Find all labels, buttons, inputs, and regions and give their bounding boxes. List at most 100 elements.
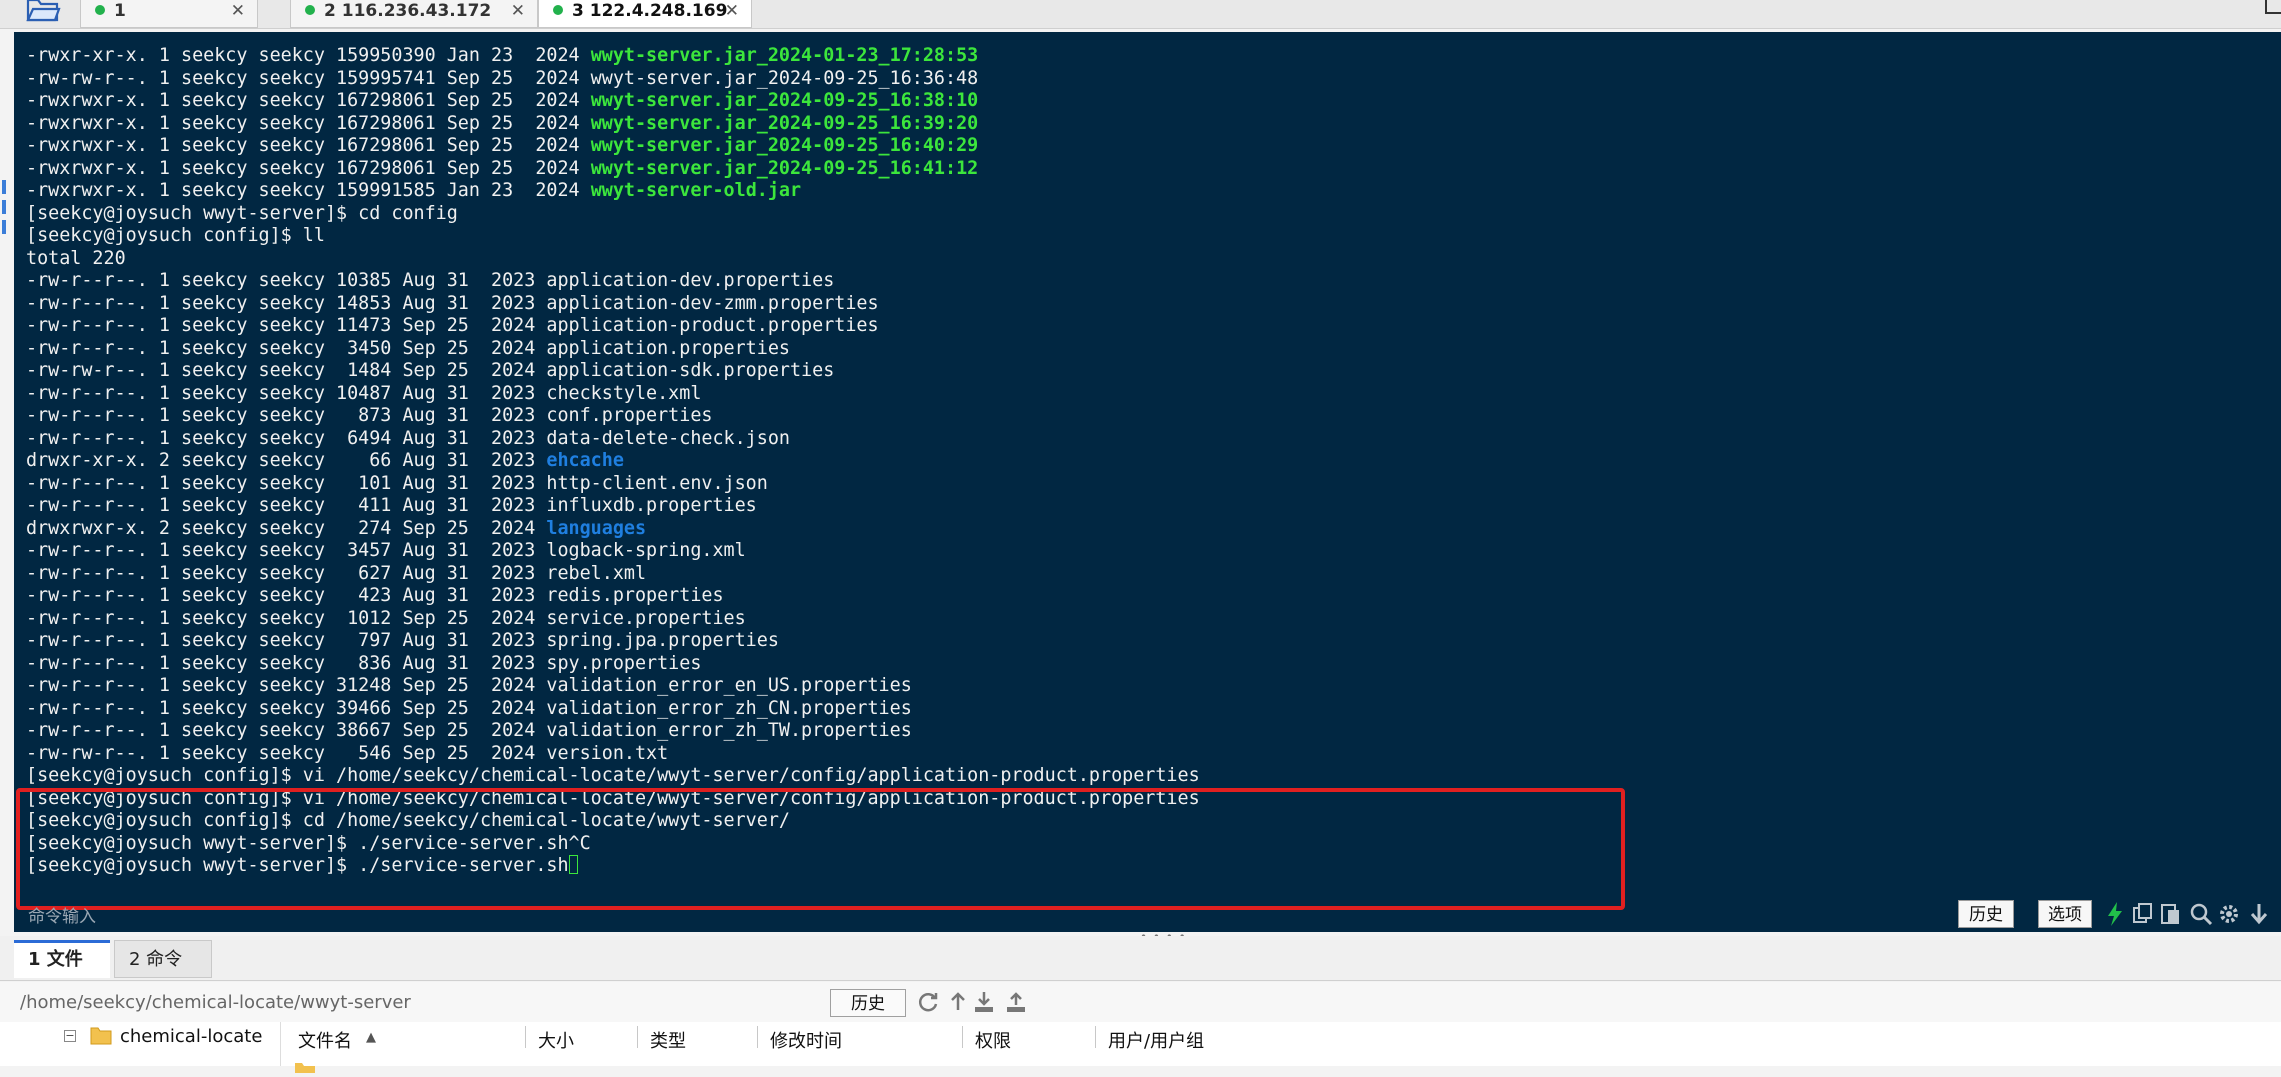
path-input[interactable]: /home/seekcy/chemical-locate/wwyt-server	[20, 992, 411, 1013]
tab-commands[interactable]: 2 命令	[114, 940, 212, 978]
terminal-line-text: -rw-r--r--. 1 seekcy seekcy 11473 Sep 25…	[26, 315, 879, 336]
column-size[interactable]: 大小	[538, 1027, 574, 1053]
panel-toggle-icon[interactable]	[2265, 0, 2281, 14]
terminal-line: [seekcy@joysuch config]$ ll	[26, 225, 1200, 248]
executable-name: wwyt-server.jar_2024-09-25_16:40:29	[590, 135, 979, 156]
column-divider[interactable]	[637, 1026, 638, 1048]
terminal-line-text: -rwxrwxr-x. 1 seekcy seekcy 167298061 Se…	[26, 90, 591, 111]
terminal-line: -rw-r--r--. 1 seekcy seekcy 6494 Aug 31 …	[26, 428, 1200, 451]
close-icon[interactable]: ✕	[725, 0, 739, 28]
terminal-line: -rw-r--r--. 1 seekcy seekcy 3450 Sep 25 …	[26, 338, 1200, 361]
terminal-line-text: -rwxrwxr-x. 1 seekcy seekcy 167298061 Se…	[26, 157, 591, 179]
terminal-line: -rw-r--r--. 1 seekcy seekcy 14853 Aug 31…	[26, 293, 1200, 316]
search-icon[interactable]	[2188, 900, 2214, 928]
terminal-line: -rw-rw-r--. 1 seekcy seekcy 546 Sep 25 2…	[26, 743, 1200, 766]
terminal-line-text: -rw-r--r--. 1 seekcy seekcy 6494 Aug 31 …	[26, 427, 790, 449]
terminal-line: -rw-rw-r--. 1 seekcy seekcy 159995741 Se…	[26, 68, 1200, 91]
close-icon[interactable]: ✕	[231, 0, 245, 28]
column-modified[interactable]: 修改时间	[770, 1027, 842, 1053]
terminal-line-text: -rw-r--r--. 1 seekcy seekcy 10487 Aug 31…	[26, 382, 702, 404]
column-divider[interactable]	[1095, 1026, 1096, 1048]
red-highlight-box	[16, 788, 1625, 910]
column-divider[interactable]	[525, 1026, 526, 1048]
directory-name: ehcache	[546, 450, 624, 471]
terminal-line-text: -rw-r--r--. 1 seekcy seekcy 101 Aug 31 2…	[26, 472, 768, 494]
gutter-mark	[2, 220, 6, 234]
history-button[interactable]: 历史	[1958, 900, 2014, 928]
connected-dot-icon	[305, 5, 315, 15]
terminal-line: -rw-r--r--. 1 seekcy seekcy 38667 Sep 25…	[26, 720, 1200, 743]
column-type[interactable]: 类型	[650, 1027, 686, 1053]
terminal-line: -rw-r--r--. 1 seekcy seekcy 3457 Aug 31 …	[26, 540, 1200, 563]
folder-icon	[294, 1058, 316, 1077]
terminal-line-text: total 220	[26, 247, 126, 269]
upload-icon[interactable]	[1004, 990, 1028, 1014]
gutter-mark	[2, 200, 6, 214]
session-tab-1[interactable]: 1 218.78.134.83 ✕	[80, 0, 258, 55]
terminal-line-text: -rw-r--r--. 1 seekcy seekcy 627 Aug 31 2…	[26, 562, 647, 584]
path-bar: /home/seekcy/chemical-locate/wwyt-server…	[0, 982, 2281, 1022]
options-button[interactable]: 选项	[2038, 900, 2092, 928]
terminal-line-text: -rw-r--r--. 1 seekcy seekcy 873 Aug 31 2…	[26, 405, 713, 426]
tab-files[interactable]: 1 文件	[14, 940, 110, 978]
terminal-line: -rw-r--r--. 1 seekcy seekcy 797 Aug 31 2…	[26, 630, 1200, 653]
terminal-line-text: -rw-r--r--. 1 seekcy seekcy 38667 Sep 25…	[26, 720, 912, 741]
copy-icon[interactable]	[2130, 900, 2156, 928]
column-owner[interactable]: 用户/用户组	[1108, 1027, 1204, 1053]
terminal-line-text: -rw-r--r--. 1 seekcy seekcy 797 Aug 31 2…	[26, 630, 779, 651]
terminal-line-text: -rw-r--r--. 1 seekcy seekcy 39466 Sep 25…	[26, 697, 912, 719]
connected-dot-icon	[553, 5, 563, 15]
terminal-line: -rwxrwxr-x. 1 seekcy seekcy 167298061 Se…	[26, 113, 1200, 136]
path-history-button[interactable]: 历史	[830, 989, 906, 1017]
terminal-line-text: -rw-r--r--. 1 seekcy seekcy 3457 Aug 31 …	[26, 540, 746, 561]
lightning-icon[interactable]	[2102, 900, 2128, 928]
terminal-line: -rwxrwxr-x. 1 seekcy seekcy 167298061 Se…	[26, 90, 1200, 113]
file-browser: − chemical-locate 文件名 ▲ 大小 类型 修改时间 权限 用户…	[0, 1022, 2281, 1073]
gutter-mark	[2, 180, 6, 194]
terminal-lines: -rwxr-xr-x. 1 seekcy seekcy 159950390 Ja…	[26, 45, 1200, 878]
session-tab-2[interactable]: 2 116.236.43.172 ✕	[290, 0, 538, 28]
close-icon[interactable]: ✕	[511, 0, 525, 28]
column-divider[interactable]	[962, 1026, 963, 1048]
executable-name: wwyt-server.jar_2024-09-25_16:39:20	[590, 112, 979, 134]
command-input[interactable]: 命令输入	[28, 902, 96, 927]
terminal-line: -rw-r--r--. 1 seekcy seekcy 10487 Aug 31…	[26, 383, 1200, 406]
terminal-line-text: -rw-rw-r--. 1 seekcy seekcy 159995741 Se…	[26, 67, 979, 89]
connected-dot-icon	[95, 5, 105, 15]
gear-icon[interactable]	[2216, 900, 2242, 928]
session-tab-bar: 1 218.78.134.83 ✕ 2 116.236.43.172 ✕ 3 1…	[0, 0, 2281, 55]
download-icon[interactable]	[972, 990, 996, 1014]
up-directory-icon[interactable]	[946, 990, 970, 1014]
column-divider[interactable]	[757, 1026, 758, 1048]
terminal-line-text: -rwxrwxr-x. 1 seekcy seekcy 167298061 Se…	[26, 135, 591, 156]
column-permissions[interactable]: 权限	[975, 1027, 1011, 1053]
terminal-line-text: -rwxrwxr-x. 1 seekcy seekcy 167298061 Se…	[26, 112, 591, 134]
paste-icon[interactable]	[2158, 900, 2184, 928]
terminal-output[interactable]: -rwxr-xr-x. 1 seekcy seekcy 159950390 Ja…	[14, 32, 2281, 932]
collapse-icon[interactable]: −	[64, 1030, 76, 1042]
terminal-line-text: drwxr-xr-x. 2 seekcy seekcy 66 Aug 31 20…	[26, 450, 547, 471]
open-folder-icon[interactable]	[24, 0, 62, 24]
terminal-line: -rw-r--r--. 1 seekcy seekcy 10385 Aug 31…	[26, 270, 1200, 293]
terminal-line: -rw-r--r--. 1 seekcy seekcy 31248 Sep 25…	[26, 675, 1200, 698]
download-icon[interactable]	[2246, 900, 2272, 928]
directory-name: languages	[546, 517, 647, 539]
terminal-line: -rw-r--r--. 1 seekcy seekcy 39466 Sep 25…	[26, 698, 1200, 721]
session-tab-3[interactable]: 3 122.4.248.169 ✕	[538, 0, 752, 28]
refresh-icon[interactable]	[916, 990, 940, 1014]
terminal-line: drwxrwxr-x. 2 seekcy seekcy 274 Sep 25 2…	[26, 518, 1200, 541]
terminal-line-text: -rw-r--r--. 1 seekcy seekcy 10385 Aug 31…	[26, 270, 835, 291]
terminal-line: total 220	[26, 248, 1200, 271]
terminal-line: drwxr-xr-x. 2 seekcy seekcy 66 Aug 31 20…	[26, 450, 1200, 473]
terminal-line: -rw-r--r--. 1 seekcy seekcy 101 Aug 31 2…	[26, 473, 1200, 496]
terminal-line-text: -rw-r--r--. 1 seekcy seekcy 14853 Aug 31…	[26, 292, 879, 314]
terminal-line: -rw-rw-r--. 1 seekcy seekcy 1484 Sep 25 …	[26, 360, 1200, 383]
directory-tree: − chemical-locate	[12, 1022, 281, 1066]
folder-icon	[90, 1025, 112, 1049]
column-name[interactable]: 文件名	[298, 1027, 352, 1053]
tree-item-chemical-locate[interactable]: chemical-locate	[120, 1026, 262, 1047]
terminal-line-text: -rw-r--r--. 1 seekcy seekcy 836 Aug 31 2…	[26, 652, 702, 674]
terminal-line: -rwxrwxr-x. 1 seekcy seekcy 167298061 Se…	[26, 135, 1200, 158]
executable-name: wwyt-server-old.jar	[590, 180, 802, 201]
terminal-line: [seekcy@joysuch config]$ vi /home/seekcy…	[26, 765, 1200, 788]
